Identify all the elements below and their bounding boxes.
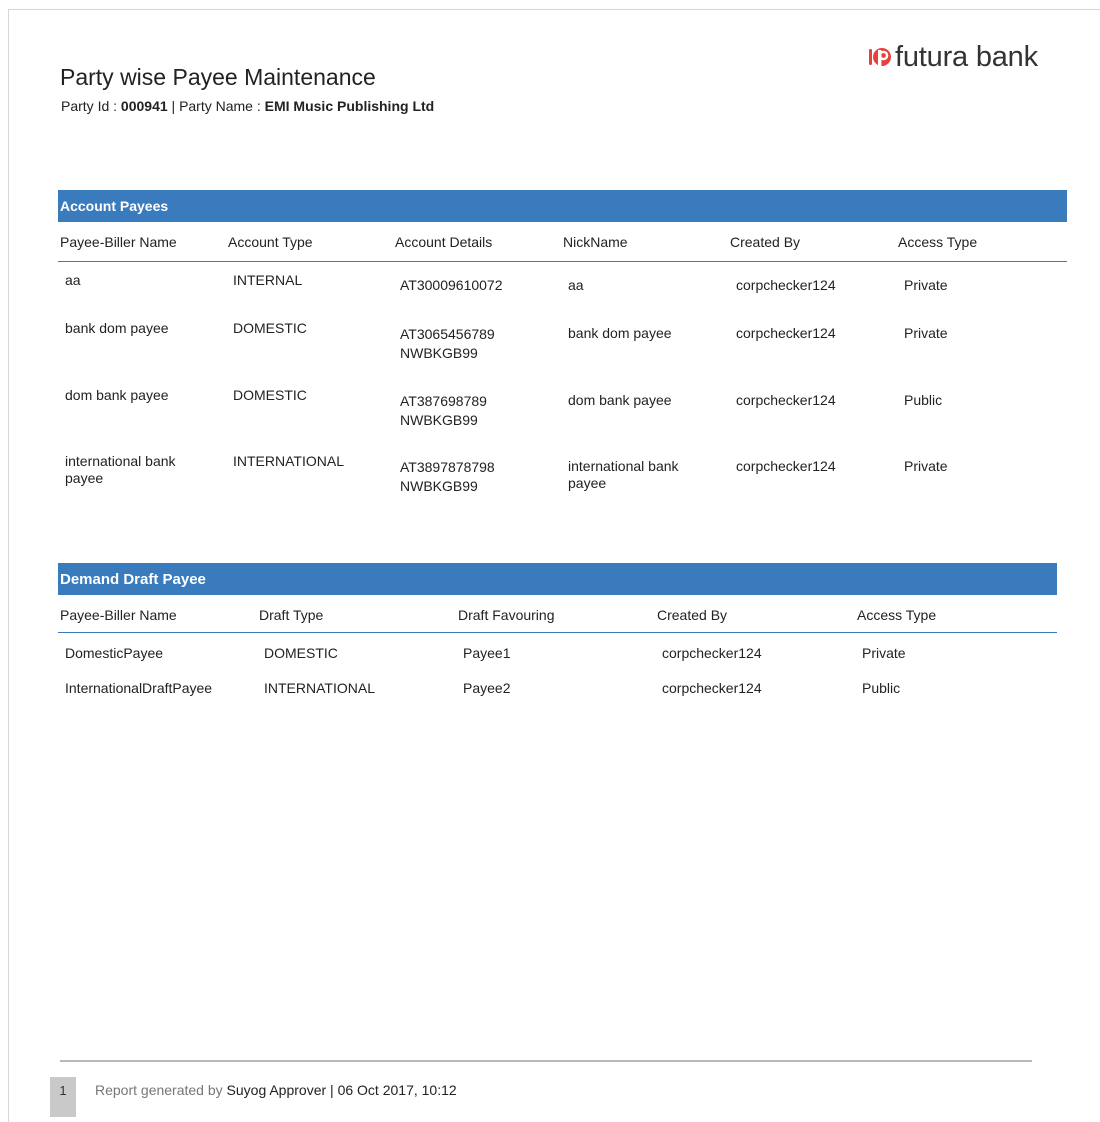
- access-type-cell: Public: [904, 392, 943, 408]
- party-id-value: 000941: [120, 98, 168, 114]
- access-type-cell: Private: [904, 277, 948, 293]
- column-header-draft-favouring: Draft Favouring: [458, 607, 555, 623]
- account-type-cell: DOMESTIC: [233, 387, 307, 403]
- payee-name-cell: aa: [65, 272, 81, 288]
- access-type-cell: Private: [904, 458, 948, 474]
- draft-favouring-cell: Payee1: [463, 645, 511, 661]
- nickname-cell: dom bank payee: [568, 392, 672, 408]
- page-title: Party wise Payee Maintenance: [60, 64, 376, 90]
- generated-by: Suyog Approver: [226, 1082, 327, 1098]
- column-header-access-type: Access Type: [857, 607, 937, 623]
- created-by-cell: corpchecker124: [736, 277, 836, 293]
- created-by-cell: corpchecker124: [662, 680, 762, 696]
- party-id-label: Party Id :: [61, 98, 121, 114]
- account-details-cell: AT387698789: [400, 393, 487, 409]
- generated-at: 06 Oct 2017, 10:12: [337, 1082, 457, 1098]
- bank-logo: futura bank: [869, 40, 1038, 74]
- account-type-cell: INTERNAL: [233, 272, 303, 288]
- column-header-account-details: Account Details: [395, 234, 493, 250]
- payee-name-cell: DomesticPayee: [65, 645, 164, 661]
- generated-label: Report generated by: [95, 1082, 227, 1098]
- created-by-cell: corpchecker124: [662, 645, 762, 661]
- payee-name-cell: dom bank payee: [65, 387, 169, 403]
- created-by-cell: corpchecker124: [736, 458, 836, 474]
- access-type-cell: Public: [862, 680, 901, 696]
- account-details-cell: NWBKGB99: [400, 412, 478, 428]
- column-header-draft-type: Draft Type: [259, 607, 324, 623]
- party-info: Party Id : 000941 | Party Name : EMI Mus…: [61, 98, 434, 114]
- account-type-cell: INTERNATIONAL: [233, 453, 344, 469]
- access-type-cell: Private: [862, 645, 906, 661]
- access-type-cell: Private: [904, 325, 948, 341]
- party-separator: |: [167, 98, 180, 114]
- demand-draft-header-rule: [58, 632, 1057, 633]
- draft-favouring-cell: Payee2: [463, 680, 511, 696]
- party-name-value: EMI Music Publishing Ltd: [264, 98, 435, 114]
- column-header-account-type: Account Type: [228, 234, 313, 250]
- generated-separator: |: [326, 1082, 338, 1098]
- account-details-cell: NWBKGB99: [400, 345, 478, 361]
- draft-type-cell: INTERNATIONAL: [264, 680, 375, 696]
- account-type-cell: DOMESTIC: [233, 320, 307, 336]
- account-details-cell: NWBKGB99: [400, 478, 478, 494]
- demand-draft-payee-header: Demand Draft Payee: [58, 563, 1057, 595]
- payee-name-cell: international bank: [65, 453, 176, 469]
- nickname-cell: bank dom payee: [568, 325, 672, 341]
- account-details-cell: AT3897878798: [400, 459, 495, 475]
- report-generated-info: Report generated by Suyog Approver | 06 …: [95, 1082, 457, 1098]
- bank-name: futura bank: [895, 40, 1038, 73]
- payee-name-cell: payee: [65, 470, 104, 486]
- futura-bank-logo-icon: [869, 48, 891, 69]
- nickname-cell: international bank: [568, 458, 679, 474]
- account-details-cell: AT3065456789: [400, 326, 495, 342]
- column-header-created-by: Created By: [730, 234, 801, 250]
- column-header-nickname: NickName: [563, 234, 628, 250]
- column-header-access-type: Access Type: [898, 234, 978, 250]
- payee-name-cell: bank dom payee: [65, 320, 169, 336]
- column-header-created-by: Created By: [657, 607, 728, 623]
- account-payees-header-rule: [58, 261, 1067, 262]
- account-payees-header: Account Payees: [58, 190, 1067, 222]
- created-by-cell: corpchecker124: [736, 392, 836, 408]
- created-by-cell: corpchecker124: [736, 325, 836, 341]
- nickname-cell: aa: [568, 277, 584, 293]
- footer-divider: [60, 1060, 1032, 1062]
- draft-type-cell: DOMESTIC: [264, 645, 338, 661]
- payee-name-cell: InternationalDraftPayee: [65, 680, 213, 696]
- column-header-payee-name: Payee-Biller Name: [60, 234, 177, 250]
- account-details-cell: AT30009610072: [400, 277, 503, 293]
- page-number: 1: [50, 1077, 76, 1117]
- party-name-label: Party Name :: [179, 98, 265, 114]
- column-header-payee-name: Payee-Biller Name: [60, 607, 177, 623]
- nickname-cell: payee: [568, 475, 607, 491]
